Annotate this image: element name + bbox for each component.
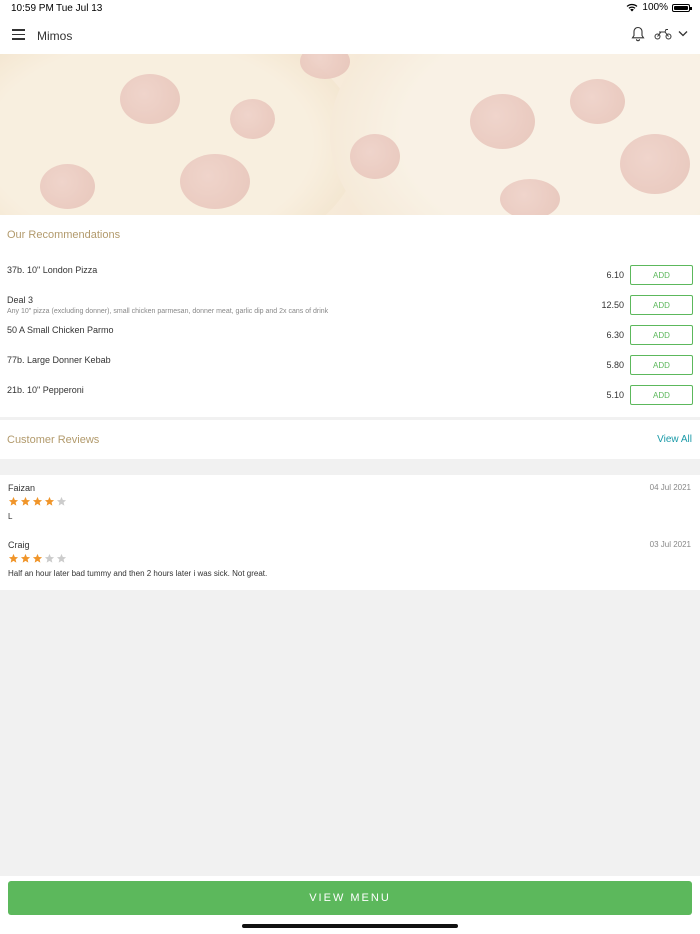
star-filled-icon — [20, 496, 31, 506]
item-price: 6.30 — [606, 330, 624, 340]
add-button[interactable]: ADD — [630, 355, 693, 375]
reviewer-name: Faizan — [8, 483, 36, 493]
reviews-list: Faizan 04 Jul 2021 L Craig 03 Jul 2021 H… — [0, 475, 700, 590]
review-date: 04 Jul 2021 — [649, 483, 691, 492]
status-bar: 10:59 PM Tue Jul 13 100% — [0, 0, 700, 18]
item-price: 5.80 — [606, 360, 624, 370]
app-header: Mimos — [0, 18, 700, 54]
review-text: L — [8, 512, 13, 521]
recommendations-title: Our Recommendations — [7, 229, 121, 241]
recommendation-item: 77b. Large Donner Kebab 5.80 ADD — [0, 355, 700, 385]
reviewer-name: Craig — [8, 540, 30, 550]
hero-pizza-image — [0, 54, 700, 215]
item-price: 12.50 — [601, 300, 624, 310]
review-text: Half an hour later bad tummy and then 2 … — [8, 569, 268, 578]
battery-percent: 100% — [642, 2, 668, 13]
item-price: 5.10 — [606, 390, 624, 400]
recommendation-item: Deal 3 Any 10" pizza (excluding donner),… — [0, 295, 700, 325]
star-filled-icon — [8, 553, 19, 563]
review-item: Craig 03 Jul 2021 Half an hour later bad… — [0, 540, 700, 590]
recommendation-item: 50 A Small Chicken Parmo 6.30 ADD — [0, 325, 700, 355]
star-filled-icon — [44, 496, 55, 506]
review-date: 03 Jul 2021 — [649, 540, 691, 549]
add-button[interactable]: ADD — [630, 295, 693, 315]
status-date: Tue Jul 13 — [56, 3, 103, 14]
chevron-down-icon[interactable] — [678, 30, 688, 37]
item-name: 37b. 10" London Pizza — [7, 265, 98, 275]
status-right: 100% — [626, 2, 692, 13]
add-button[interactable]: ADD — [630, 265, 693, 285]
recommendation-item: 37b. 10" London Pizza 6.10 ADD — [0, 265, 700, 295]
star-empty-icon — [56, 496, 67, 506]
restaurant-title: Mimos — [37, 29, 73, 43]
bell-icon[interactable] — [631, 26, 645, 42]
star-rating — [8, 496, 67, 507]
recommendation-item: 21b. 10" Pepperoni 5.10 ADD — [0, 385, 700, 415]
star-empty-icon — [44, 553, 55, 563]
scooter-icon[interactable] — [654, 28, 672, 40]
star-filled-icon — [32, 553, 43, 563]
home-indicator — [242, 924, 458, 928]
recommendations-section: Our Recommendations 37b. 10" London Pizz… — [0, 215, 700, 417]
status-time: 10:59 PM — [11, 3, 54, 14]
add-button[interactable]: ADD — [630, 325, 693, 345]
star-filled-icon — [20, 553, 31, 563]
reviews-header: Customer Reviews View All — [0, 420, 700, 459]
item-name: 77b. Large Donner Kebab — [7, 355, 111, 365]
star-empty-icon — [56, 553, 67, 563]
item-name: Deal 3 — [7, 295, 34, 305]
add-button[interactable]: ADD — [630, 385, 693, 405]
reviews-title: Customer Reviews — [7, 434, 100, 446]
view-menu-button[interactable]: VIEW MENU — [8, 881, 692, 915]
wifi-icon — [627, 3, 638, 12]
item-description: Any 10" pizza (excluding donner), small … — [7, 308, 329, 315]
review-item: Faizan 04 Jul 2021 L — [0, 483, 700, 533]
view-all-link[interactable]: View All — [657, 434, 692, 445]
bottom-bar: VIEW MENU — [0, 876, 700, 934]
star-rating — [8, 553, 67, 564]
item-price: 6.10 — [606, 270, 624, 280]
menu-icon[interactable] — [12, 29, 25, 40]
battery-icon — [672, 3, 692, 12]
star-filled-icon — [8, 496, 19, 506]
item-name: 21b. 10" Pepperoni — [7, 385, 84, 395]
item-name: 50 A Small Chicken Parmo — [7, 325, 114, 335]
star-filled-icon — [32, 496, 43, 506]
